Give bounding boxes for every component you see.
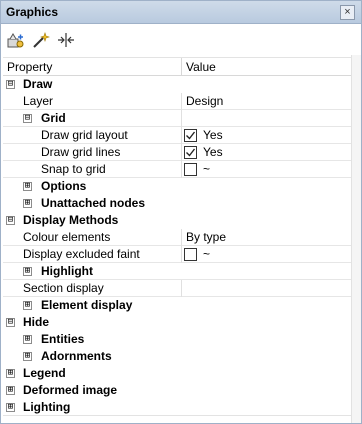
property-label: Draw grid lines [41,145,121,159]
expand-icon[interactable]: ⊞ [23,199,32,208]
column-divider [181,93,182,110]
grid-bottom-border [3,415,351,416]
property-label: Display excluded faint [23,247,140,261]
magic-wand-icon[interactable] [31,31,51,49]
fit-extents-icon[interactable] [56,31,76,49]
category-unattached-nodes[interactable]: ⊞ Unattached nodes [3,195,351,212]
snap-to-grid-checkbox[interactable] [184,163,197,176]
toolbar [1,25,361,55]
category-label: Lighting [23,400,71,414]
category-label: Deformed image [23,383,118,397]
property-label: Draw grid layout [41,128,128,142]
grid-header: Property Value [3,57,351,76]
category-label: Entities [41,332,85,346]
expand-icon[interactable]: ⊞ [23,352,32,361]
column-divider[interactable] [181,58,182,76]
column-divider [181,144,182,161]
colour-elements-value[interactable]: By type [186,230,226,244]
category-grid[interactable]: ⊟ Grid [3,110,351,127]
column-divider [181,246,182,263]
category-element-display[interactable]: ⊞ Element display [3,297,351,314]
property-column-header[interactable]: Property [7,60,52,74]
property-row-snap-to-grid[interactable]: Snap to grid ~ [3,161,351,178]
category-entities[interactable]: ⊞ Entities [3,331,351,348]
column-divider [181,229,182,246]
expand-icon[interactable]: ⊞ [23,301,32,310]
draw-grid-lines-checkbox[interactable] [184,146,197,159]
properties-tool-icon[interactable] [6,31,26,49]
collapse-icon[interactable]: ⊟ [6,80,15,89]
layer-value[interactable]: Design [186,94,223,108]
category-label: Adornments [41,349,112,363]
vertical-scrollbar[interactable] [351,55,361,423]
checkbox-value: ~ [203,247,211,261]
category-label: Grid [41,111,66,125]
expand-icon[interactable]: ⊞ [6,403,15,412]
category-label: Options [41,179,87,193]
close-button[interactable]: × [340,5,355,20]
category-options[interactable]: ⊞ Options [3,178,351,195]
expand-icon[interactable]: ⊞ [23,182,32,191]
title-bar: Graphics × [1,1,361,24]
panel-title: Graphics [6,5,59,19]
expand-icon[interactable]: ⊞ [23,267,32,276]
category-label: Hide [23,315,50,329]
category-label: Unattached nodes [41,196,146,210]
property-label: Layer [23,94,54,108]
column-divider [181,280,182,297]
collapse-icon[interactable]: ⊟ [6,318,15,327]
property-grid: Property Value ⊟ Draw Layer Design ⊟ Gri… [3,57,351,416]
category-draw[interactable]: ⊟ Draw [3,76,351,93]
property-label: Section display [23,281,104,295]
property-label: Snap to grid [41,162,106,176]
category-label: Display Methods [23,213,119,227]
expand-icon[interactable]: ⊞ [6,386,15,395]
expand-icon[interactable]: ⊞ [6,369,15,378]
category-label: Draw [23,77,53,91]
category-display-methods[interactable]: ⊟ Display Methods [3,212,351,229]
category-adornments[interactable]: ⊞ Adornments [3,348,351,365]
category-legend[interactable]: ⊞ Legend [3,365,351,382]
display-excluded-faint-checkbox[interactable] [184,248,197,261]
checkbox-value: Yes [203,128,223,142]
collapse-icon[interactable]: ⊟ [6,216,15,225]
graphics-panel: Graphics × Property Value ⊟ Draw Layer D… [0,0,362,424]
category-highlight[interactable]: ⊞ Highlight [3,263,351,280]
collapse-icon[interactable]: ⊟ [23,114,32,123]
property-label: Colour elements [23,230,111,244]
property-row-layer[interactable]: Layer Design [3,93,351,110]
column-divider [181,110,182,127]
property-row-display-excluded-faint[interactable]: Display excluded faint ~ [3,246,351,263]
category-lighting[interactable]: ⊞ Lighting [3,399,351,416]
value-column-header[interactable]: Value [186,60,216,74]
expand-icon[interactable]: ⊞ [23,335,32,344]
column-divider [181,127,182,144]
category-label: Element display [41,298,133,312]
property-row-draw-grid-lines[interactable]: Draw grid lines Yes [3,144,351,161]
property-row-section-display[interactable]: Section display [3,280,351,297]
column-divider [181,161,182,178]
draw-grid-layout-checkbox[interactable] [184,129,197,142]
category-hide[interactable]: ⊟ Hide [3,314,351,331]
category-label: Highlight [41,264,93,278]
property-row-draw-grid-layout[interactable]: Draw grid layout Yes [3,127,351,144]
category-deformed-image[interactable]: ⊞ Deformed image [3,382,351,399]
checkbox-value: Yes [203,145,223,159]
category-label: Legend [23,366,66,380]
property-row-colour-elements[interactable]: Colour elements By type [3,229,351,246]
checkbox-value: ~ [203,162,211,176]
